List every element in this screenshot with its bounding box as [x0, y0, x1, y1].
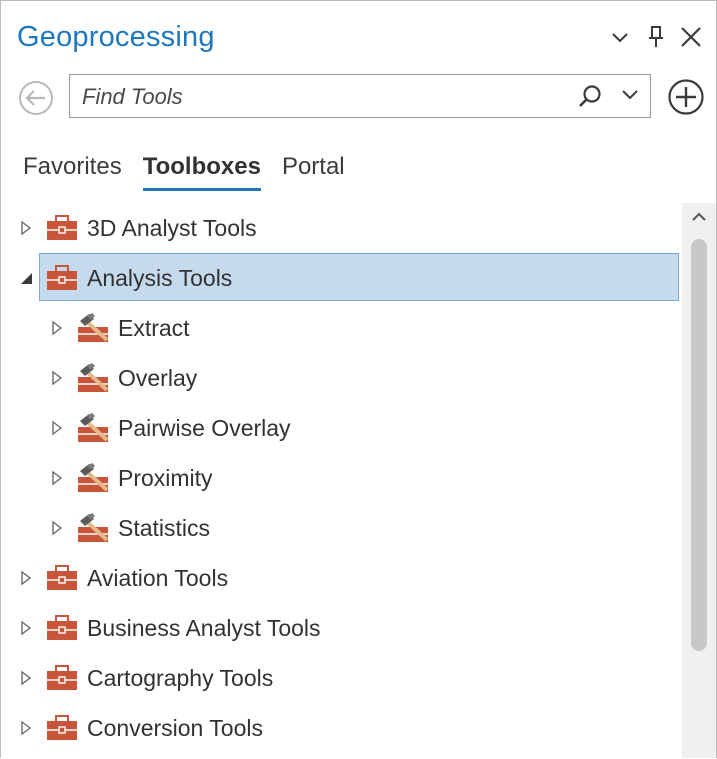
tree-item-label: 3D Analyst Tools	[87, 215, 257, 241]
tree-item-label: Statistics	[118, 515, 211, 541]
tree-item[interactable]: Aviation Tools	[1, 553, 681, 603]
tree-item[interactable]: Proximity	[1, 453, 681, 503]
tree-item-label: Business Analyst Tools	[87, 615, 321, 641]
pane-title: Geoprocessing	[17, 21, 215, 53]
expand-arrow-icon[interactable]	[49, 419, 65, 437]
close-icon[interactable]	[679, 25, 703, 49]
toolbox-icon	[46, 715, 80, 745]
toolbox-icon	[46, 665, 80, 695]
toolset-icon	[77, 312, 111, 342]
search-dropdown-chevron-icon[interactable]	[620, 87, 642, 107]
tree-item[interactable]: 3D Analyst Tools	[1, 203, 681, 253]
toolbox-tree: 3D Analyst Tools Analysis Tools Extract …	[1, 203, 681, 758]
expand-arrow-icon[interactable]	[18, 719, 34, 737]
tree-item[interactable]: Statistics	[1, 503, 681, 553]
tree-item-label: Extract	[118, 315, 190, 341]
expand-arrow-icon[interactable]	[18, 619, 34, 637]
tree-item-label: Proximity	[118, 465, 213, 491]
magnifier-icon[interactable]	[576, 83, 604, 111]
toolset-icon	[77, 512, 111, 542]
tree-item[interactable]: Cartography Tools	[1, 653, 681, 703]
expand-arrow-icon[interactable]	[49, 469, 65, 487]
tree-item-label: Overlay	[118, 365, 198, 391]
toolbox-icon	[46, 615, 80, 645]
tree-item[interactable]: Conversion Tools	[1, 703, 681, 753]
tree-item[interactable]: Business Analyst Tools	[1, 603, 681, 653]
collapse-arrow-icon[interactable]	[18, 269, 34, 287]
expand-arrow-icon[interactable]	[18, 669, 34, 687]
geoprocessing-pane: Geoprocessing Find Tools Favorites Toolb…	[0, 0, 717, 758]
tab-toolboxes[interactable]: Toolboxes	[142, 153, 262, 191]
tab-portal[interactable]: Portal	[282, 153, 345, 191]
search-input[interactable]	[80, 81, 554, 113]
scrollbar-thumb[interactable]	[691, 239, 707, 651]
scroll-up-arrow-icon[interactable]	[690, 209, 708, 225]
expand-arrow-icon[interactable]	[49, 519, 65, 537]
tab-favorites[interactable]: Favorites	[23, 153, 122, 191]
back-arrow-icon[interactable]	[18, 80, 54, 116]
add-plus-circle-icon[interactable]	[667, 78, 705, 116]
tree-item[interactable]: Extract	[1, 303, 681, 353]
toolset-icon	[77, 362, 111, 392]
chevron-down-icon[interactable]	[609, 27, 631, 49]
expand-arrow-icon[interactable]	[49, 319, 65, 337]
tab-bar: Favorites Toolboxes Portal	[23, 153, 366, 193]
tree-item-label: Cartography Tools	[87, 665, 274, 691]
toolbox-icon	[46, 565, 80, 595]
tree-item[interactable]: Pairwise Overlay	[1, 403, 681, 453]
tree-item-label: Pairwise Overlay	[118, 415, 291, 441]
tree-item[interactable]: Analysis Tools	[1, 253, 681, 303]
toolset-icon	[77, 462, 111, 492]
expand-arrow-icon[interactable]	[49, 369, 65, 387]
toolbox-icon	[46, 215, 80, 245]
search-box	[69, 74, 651, 118]
tree-item[interactable]: Overlay	[1, 353, 681, 403]
expand-arrow-icon[interactable]	[18, 219, 34, 237]
tree-item-label: Conversion Tools	[87, 715, 264, 741]
toolbox-icon	[46, 265, 80, 295]
toolset-icon	[77, 412, 111, 442]
tree-item-label: Analysis Tools	[87, 265, 233, 291]
pin-icon[interactable]	[644, 24, 668, 50]
expand-arrow-icon[interactable]	[18, 569, 34, 587]
tree-item-label: Aviation Tools	[87, 565, 229, 591]
